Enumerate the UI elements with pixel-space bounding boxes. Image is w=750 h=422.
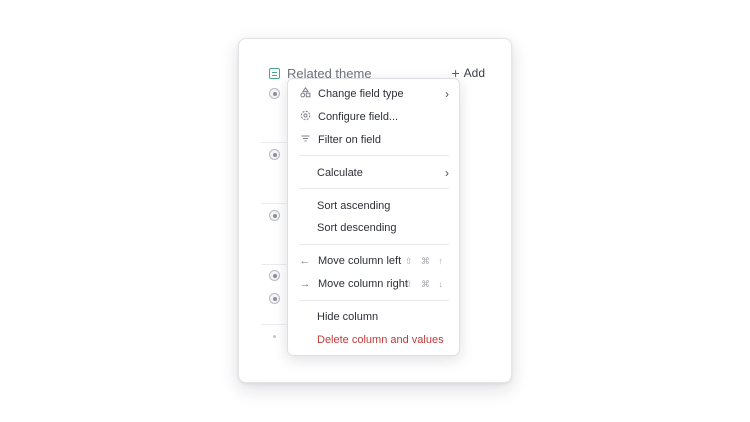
- row-radio[interactable]: [269, 88, 280, 99]
- menu-separator: [299, 188, 449, 189]
- menu-separator: [299, 244, 449, 245]
- chevron-right-icon: ›: [445, 166, 449, 180]
- menu-item-configure-field[interactable]: Configure field...: [288, 106, 459, 128]
- gear-icon: [299, 110, 311, 124]
- shortcut-hint: ⇧ ⌘ ↓: [404, 278, 446, 289]
- row-radio[interactable]: [269, 270, 280, 281]
- row-radio[interactable]: [269, 293, 280, 304]
- menu-separator: [299, 155, 449, 156]
- menu-item-filter-on-field[interactable]: Filter on field: [288, 129, 459, 151]
- list-icon: [269, 67, 280, 79]
- menu-item-hide-column[interactable]: Hide column: [288, 306, 459, 328]
- menu-item-move-column-left[interactable]: ← Move column left ⇧ ⌘ ↑: [288, 250, 459, 272]
- shapes-icon: [299, 86, 311, 101]
- filter-icon: [299, 133, 311, 147]
- menu-separator: [299, 300, 449, 301]
- menu-item-sort-ascending[interactable]: Sort ascending: [288, 195, 459, 217]
- menu-item-move-column-right[interactable]: → Move column right ⇧ ⌘ ↓: [288, 273, 459, 295]
- column-context-menu: Change field type › Configure field... F…: [287, 78, 460, 356]
- add-label: Add: [463, 66, 485, 80]
- shortcut-hint: ⇧ ⌘ ↑: [404, 255, 446, 266]
- menu-item-sort-descending[interactable]: Sort descending: [288, 217, 459, 239]
- menu-item-calculate[interactable]: Calculate ›: [288, 162, 459, 184]
- row-radio[interactable]: [269, 149, 280, 160]
- chevron-right-icon: ›: [445, 87, 449, 101]
- arrow-right-icon: →: [299, 278, 311, 290]
- row-placeholder-dot: [273, 335, 276, 338]
- arrow-left-icon: ←: [299, 255, 311, 267]
- menu-item-delete-column[interactable]: Delete column and values: [288, 329, 459, 351]
- menu-item-change-field-type[interactable]: Change field type ›: [288, 83, 459, 105]
- row-radio[interactable]: [269, 210, 280, 221]
